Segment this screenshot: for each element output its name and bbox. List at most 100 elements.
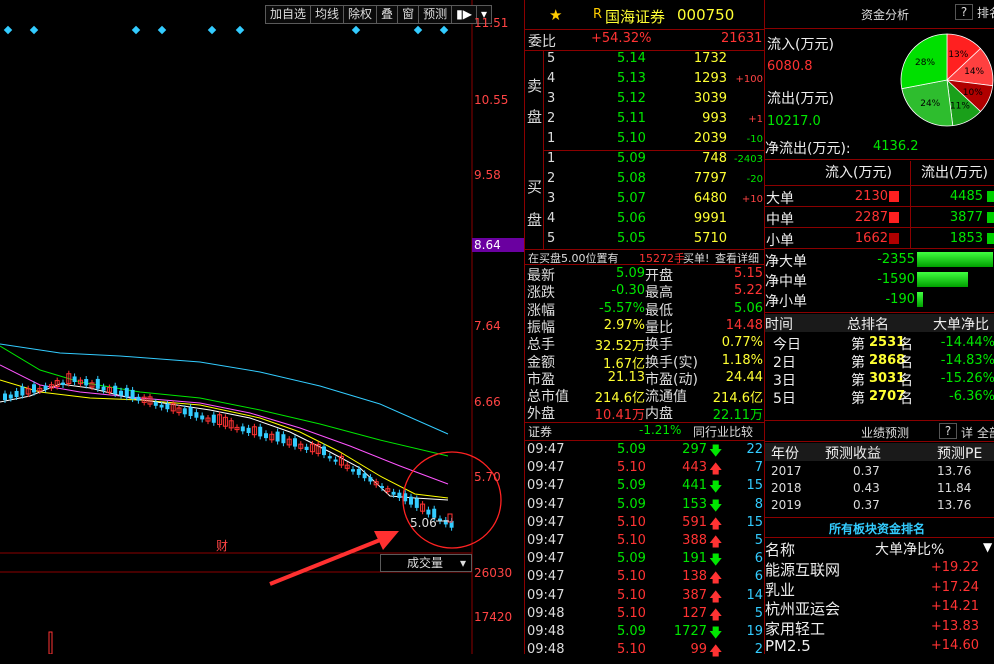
- tick-price: 5.10: [617, 605, 646, 621]
- window-button[interactable]: 窗: [398, 6, 420, 23]
- forecast-pe: 11.84: [937, 481, 972, 495]
- board-name: PM2.5: [765, 637, 811, 656]
- sell-row[interactable]: 1 5.10 2039 -10: [525, 131, 765, 151]
- forecast-pe: 13.76: [937, 498, 972, 512]
- sell-row[interactable]: 5 5.14 1732: [525, 51, 765, 71]
- tick-row: 09:47 5.10 443 🡅 7: [525, 460, 765, 478]
- candle: [113, 385, 118, 394]
- overlay-button[interactable]: 叠: [377, 6, 399, 23]
- sector-pct: -1.21%: [639, 423, 682, 437]
- forecast-help-button[interactable]: ?: [939, 423, 957, 439]
- rank-suffix: 名: [899, 373, 913, 389]
- financial-marker[interactable]: 财: [216, 537, 228, 554]
- candle: [14, 390, 19, 397]
- sell-row[interactable]: 2 5.11 993 +1: [525, 111, 765, 131]
- quote-label: 内盘: [645, 406, 673, 423]
- volume-indicator-select[interactable]: 成交量 ▾: [380, 554, 472, 572]
- quote-value: -5.57%: [599, 300, 645, 316]
- sell-row[interactable]: 4 5.13 1293 +100: [525, 71, 765, 91]
- sell-change: +1: [748, 114, 763, 125]
- board-row[interactable]: 杭州亚运会 +14.21: [765, 598, 994, 618]
- buy-price: 5.08: [617, 171, 646, 186]
- fund-flow-panel: 资金分析 ? 排名 流入(万元) 6080.8 流出(万元) 10217.0 净…: [764, 0, 994, 656]
- volume-bar: [48, 631, 53, 654]
- buy-row[interactable]: 1 5.09 748 -2403: [525, 151, 765, 171]
- inflow-value: 2287: [854, 210, 888, 225]
- candle: [159, 404, 164, 408]
- price-axis-label: 10.55: [474, 93, 509, 107]
- help-button[interactable]: ?: [955, 4, 973, 20]
- candle: [8, 394, 13, 399]
- forecast-eps: 0.37: [853, 498, 880, 512]
- ma-line-4: [0, 379, 449, 499]
- forecast-year: 2019: [771, 498, 802, 512]
- candle: [20, 386, 25, 396]
- tick-volume: 153: [682, 496, 707, 512]
- candle: [397, 492, 402, 498]
- boards-header-ratio[interactable]: 大单净比%: [875, 539, 944, 559]
- tick-volume: 1727: [673, 624, 707, 639]
- candle: [84, 378, 89, 386]
- forecast-all-button[interactable]: 全部: [977, 424, 994, 441]
- fund-row: 小单 1662 1853: [765, 227, 994, 249]
- candle: [124, 387, 129, 398]
- tick-price: 5.09: [617, 442, 646, 457]
- buy-row[interactable]: 3 5.07 6480 +10: [525, 191, 765, 211]
- tick-count: 6: [754, 551, 763, 567]
- volume-axis-label: 17420: [474, 610, 513, 624]
- board-row[interactable]: 能源互联网 +19.22: [765, 559, 994, 579]
- sell-level: 4: [547, 71, 556, 86]
- ma-button[interactable]: 均线: [311, 6, 345, 23]
- buy-row[interactable]: 2 5.08 7797 -20: [525, 171, 765, 191]
- net-flow-value: -190: [885, 292, 915, 307]
- add-watchlist-button[interactable]: 加自选: [266, 6, 312, 23]
- fund-pie-chart: 13% 14% 10% 11% 24% 28%: [900, 33, 994, 127]
- star-icon[interactable]: ★: [549, 6, 562, 24]
- candle: [165, 403, 170, 410]
- buy-row[interactable]: 4 5.06 9991: [525, 211, 765, 231]
- tick-row: 09:47 5.10 388 🡅 5: [525, 533, 765, 551]
- tick-volume: 443: [682, 460, 707, 476]
- board-ratio: +14.60: [930, 638, 979, 654]
- tick-time: 09:47: [527, 478, 565, 494]
- board-row[interactable]: 乳业 +17.24: [765, 579, 994, 599]
- candle: [414, 498, 419, 508]
- price-axis-label: 6.66: [474, 395, 501, 409]
- kline-chart[interactable]: 加自选 均线 除权 叠 窗 预测 ▮▶ ▾ 11.51 10.55 9.58 8…: [0, 0, 524, 654]
- rank-button[interactable]: 排名: [977, 4, 994, 21]
- forecast-detail-button[interactable]: 详: [961, 424, 973, 441]
- rank-period: 5日: [773, 391, 796, 407]
- board-row[interactable]: 家用轻工 +13.83: [765, 618, 994, 638]
- board-ratio: +17.24: [930, 579, 979, 595]
- tick-price: 5.10: [617, 533, 646, 548]
- quote-value: 10.41万: [594, 408, 645, 424]
- price-axis-label: 11.51: [474, 16, 509, 30]
- boards-header: 名称 大单净比% ▼: [765, 537, 994, 559]
- sell-change: -10: [746, 134, 763, 145]
- quote-value: 1.67亿: [603, 356, 645, 372]
- candle: [119, 390, 123, 396]
- order-size-label: 中单: [766, 212, 794, 228]
- candle: [130, 389, 135, 399]
- low-price-label: 5.06: [410, 516, 437, 530]
- buy-row[interactable]: 5 5.05 5710: [525, 231, 765, 251]
- industry-compare-button[interactable]: 同行业比较: [693, 423, 753, 440]
- chart-toolbar: 加自选 均线 除权 叠 窗 预测 ▮▶ ▾: [265, 5, 492, 24]
- candle: [391, 491, 396, 495]
- price-axis-label: 7.64: [474, 319, 501, 333]
- candle: [101, 386, 106, 391]
- sort-down-icon[interactable]: ▼: [983, 540, 992, 554]
- candle: [136, 396, 141, 401]
- sell-level: 3: [547, 91, 556, 106]
- tick-time: 09:47: [527, 496, 565, 512]
- rank-ratio: -14.44%: [940, 335, 994, 350]
- sell-price: 5.11: [617, 111, 646, 126]
- exright-button[interactable]: 除权: [344, 6, 378, 23]
- candle: [409, 496, 413, 505]
- outflow-label: 流出(万元): [767, 91, 834, 107]
- tick-row: 09:47 5.10 138 🡅 6: [525, 569, 765, 587]
- sell-row[interactable]: 3 5.12 3039: [525, 91, 765, 111]
- forecast-button[interactable]: 预测: [419, 6, 453, 23]
- forecast-row: 2017 0.37 13.76: [765, 464, 994, 481]
- sell-volume: 2039: [693, 131, 727, 146]
